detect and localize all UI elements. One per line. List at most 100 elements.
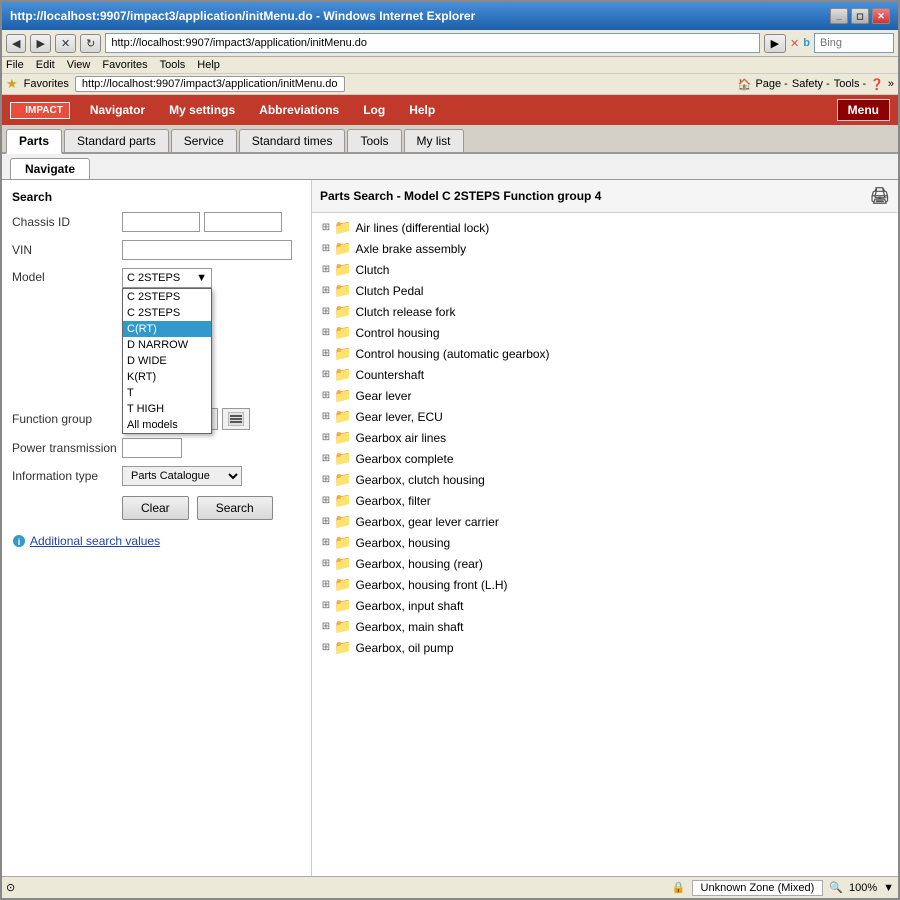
expand-icon[interactable]: ⊞ <box>320 621 332 632</box>
nav-help[interactable]: Help <box>397 99 447 121</box>
model-select-button[interactable]: C 2STEPS ▼ <box>122 268 212 288</box>
list-item[interactable]: ⊞ 📁 Gearbox, clutch housing <box>312 469 898 490</box>
list-item[interactable]: ⊞ 📁 Gearbox, oil pump <box>312 637 898 658</box>
list-item[interactable]: ⊞ 📁 Gear lever, ECU <box>312 406 898 427</box>
expand-icon[interactable]: ⊞ <box>320 390 332 401</box>
tab-standard-times[interactable]: Standard times <box>239 129 346 152</box>
page-dropdown[interactable]: Page - <box>755 78 787 91</box>
more-options[interactable]: » <box>888 78 894 91</box>
tab-parts[interactable]: Parts <box>6 129 62 154</box>
expand-icon[interactable]: ⊞ <box>320 369 332 380</box>
vin-input[interactable] <box>122 240 292 260</box>
menu-file[interactable]: File <box>6 59 24 71</box>
restore-button[interactable]: ◻ <box>851 8 869 24</box>
model-option-6[interactable]: T <box>123 385 211 401</box>
menu-button[interactable]: Menu <box>837 99 890 121</box>
forward-button[interactable]: ▶ <box>30 34 50 53</box>
model-option-1[interactable]: C 2STEPS <box>123 305 211 321</box>
menu-help[interactable]: Help <box>197 59 220 71</box>
list-item[interactable]: ⊞ 📁 Gearbox, gear lever carrier <box>312 511 898 532</box>
close-button[interactable]: ✕ <box>872 8 890 24</box>
menu-tools[interactable]: Tools <box>160 59 186 71</box>
model-option-8[interactable]: All models <box>123 417 211 433</box>
expand-icon[interactable]: ⊞ <box>320 348 332 359</box>
expand-icon[interactable]: ⊞ <box>320 600 332 611</box>
expand-icon[interactable]: ⊞ <box>320 558 332 569</box>
minimize-button[interactable]: _ <box>830 8 848 24</box>
expand-icon[interactable]: ⊞ <box>320 453 332 464</box>
list-item[interactable]: ⊞ 📁 Gearbox, input shaft <box>312 595 898 616</box>
list-item[interactable]: ⊞ 📁 Gearbox, main shaft <box>312 616 898 637</box>
list-item[interactable]: ⊞ 📁 Gearbox, housing front (L.H) <box>312 574 898 595</box>
bing-search-input[interactable] <box>814 33 894 53</box>
favorites-address[interactable]: http://localhost:9907/impact3/applicatio… <box>75 76 345 92</box>
nav-navigator[interactable]: Navigator <box>78 99 157 121</box>
expand-icon[interactable]: ⊞ <box>320 306 332 317</box>
address-input[interactable] <box>105 33 759 53</box>
clear-button[interactable]: Clear <box>122 496 189 520</box>
expand-icon[interactable]: ⊞ <box>320 285 332 296</box>
list-item[interactable]: ⊞ 📁 Gearbox complete <box>312 448 898 469</box>
nav-abbreviations[interactable]: Abbreviations <box>247 99 351 121</box>
expand-icon[interactable]: ⊞ <box>320 222 332 233</box>
power-transmission-input[interactable] <box>122 438 182 458</box>
model-option-2[interactable]: C(RT) <box>123 321 211 337</box>
expand-icon[interactable]: ⊞ <box>320 537 332 548</box>
model-option-0[interactable]: C 2STEPS <box>123 289 211 305</box>
search-button[interactable]: Search <box>197 496 273 520</box>
tab-tools[interactable]: Tools <box>347 129 401 152</box>
print-icon[interactable]: 🖨 <box>870 186 890 206</box>
list-item[interactable]: ⊞ 📁 Gear lever <box>312 385 898 406</box>
list-item[interactable]: ⊞ 📁 Countershaft <box>312 364 898 385</box>
expand-icon[interactable]: ⊞ <box>320 264 332 275</box>
list-item[interactable]: ⊞ 📁 Gearbox air lines <box>312 427 898 448</box>
list-item[interactable]: ⊞ 📁 Gearbox, housing <box>312 532 898 553</box>
tab-my-list[interactable]: My list <box>404 129 464 152</box>
chassis-id-input-1[interactable] <box>122 212 200 232</box>
list-item[interactable]: ⊞ 📁 Control housing (automatic gearbox) <box>312 343 898 364</box>
model-option-7[interactable]: T HIGH <box>123 401 211 417</box>
expand-icon[interactable]: ⊞ <box>320 432 332 443</box>
favorites-label[interactable]: Favorites <box>24 78 69 90</box>
expand-icon[interactable]: ⊞ <box>320 642 332 653</box>
list-item[interactable]: ⊞ 📁 Clutch Pedal <box>312 280 898 301</box>
list-item[interactable]: ⊞ 📁 Axle brake assembly <box>312 238 898 259</box>
expand-icon[interactable]: ⊞ <box>320 579 332 590</box>
home-icon[interactable]: 🏠 <box>738 78 752 91</box>
list-item[interactable]: ⊞ 📁 Clutch <box>312 259 898 280</box>
info-type-select[interactable]: Parts Catalogue <box>122 466 242 486</box>
chassis-id-input-2[interactable] <box>204 212 282 232</box>
sub-tab-navigate[interactable]: Navigate <box>10 158 90 179</box>
x-button[interactable]: ✕ <box>790 37 799 50</box>
expand-icon[interactable]: ⊞ <box>320 516 332 527</box>
tab-standard-parts[interactable]: Standard parts <box>64 129 169 152</box>
expand-icon[interactable]: ⊞ <box>320 411 332 422</box>
expand-icon[interactable]: ⊞ <box>320 327 332 338</box>
safety-dropdown[interactable]: Safety - <box>792 78 830 91</box>
list-item[interactable]: ⊞ 📁 Clutch release fork <box>312 301 898 322</box>
tools-dropdown[interactable]: Tools - <box>834 78 866 91</box>
list-item[interactable]: ⊞ 📁 Gearbox, housing (rear) <box>312 553 898 574</box>
go-button[interactable]: ▶ <box>764 34 786 53</box>
additional-search-label[interactable]: Additional search values <box>30 534 160 548</box>
nav-log[interactable]: Log <box>351 99 397 121</box>
function-list-icon[interactable] <box>222 408 250 430</box>
menu-view[interactable]: View <box>67 59 91 71</box>
list-item[interactable]: ⊞ 📁 Gearbox, filter <box>312 490 898 511</box>
refresh-button[interactable]: ↻ <box>80 34 101 53</box>
stop-button[interactable]: ✕ <box>55 34 76 53</box>
tab-service[interactable]: Service <box>171 129 237 152</box>
expand-icon[interactable]: ⊞ <box>320 474 332 485</box>
nav-my-settings[interactable]: My settings <box>157 99 247 121</box>
menu-favorites[interactable]: Favorites <box>102 59 147 71</box>
help-button[interactable]: ❓ <box>870 78 884 91</box>
tree-panel[interactable]: ⊞ 📁 Air lines (differential lock) ⊞ 📁 Ax… <box>312 213 898 876</box>
back-button[interactable]: ◀ <box>6 34 26 53</box>
menu-edit[interactable]: Edit <box>36 59 55 71</box>
additional-search-link[interactable]: i Additional search values <box>12 534 301 548</box>
model-option-3[interactable]: D NARROW <box>123 337 211 353</box>
list-item[interactable]: ⊞ 📁 Air lines (differential lock) <box>312 217 898 238</box>
expand-icon[interactable]: ⊞ <box>320 243 332 254</box>
expand-icon[interactable]: ⊞ <box>320 495 332 506</box>
model-option-4[interactable]: D WIDE <box>123 353 211 369</box>
